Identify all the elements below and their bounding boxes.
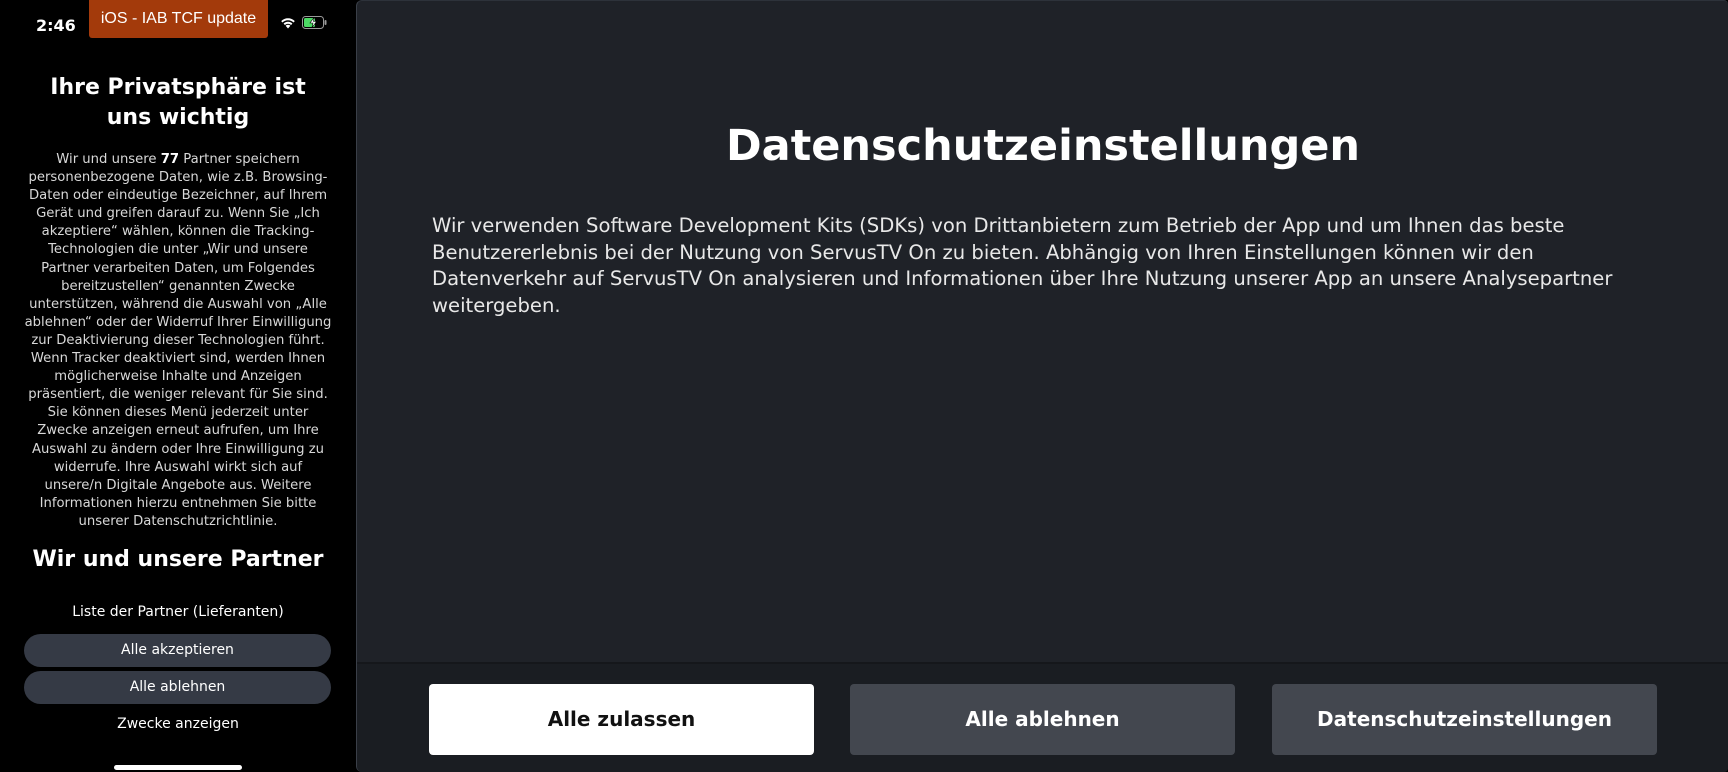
partner-list-link[interactable]: Liste der Partner (Lieferanten) (0, 604, 356, 620)
privacy-settings-button[interactable]: Datenschutzeinstellungen (1272, 684, 1657, 755)
partners-heading: Wir und unsere Partner (32, 547, 324, 572)
allow-all-button[interactable]: Alle zulassen (429, 684, 814, 755)
partner-count: 77 (160, 152, 180, 167)
privacy-title: Ihre Privatsphäre ist uns wichtig (50, 75, 306, 130)
accept-all-button[interactable]: Alle akzeptieren (24, 634, 331, 667)
body-text: Partner speichern personenbezogene Daten… (24, 152, 332, 529)
tv-description: Wir verwenden Software Development Kits … (432, 214, 1613, 317)
reject-all-button[interactable]: Alle ablehnen (24, 671, 331, 704)
tv-reject-all-button[interactable]: Alle ablehnen (850, 684, 1235, 755)
tv-button-bar: Alle zulassen Alle ablehnen Datenschutze… (357, 662, 1728, 772)
show-purposes-link[interactable]: Zwecke anzeigen (0, 716, 356, 732)
status-time: 2:46 (36, 16, 76, 35)
tv-privacy-panel: Datenschutzeinstellungen Wir verwenden S… (356, 0, 1728, 772)
tv-title: Datenschutzeinstellungen (725, 121, 1361, 171)
screen: 2:46 iOS - IAB TCF update Ihre Privatsph (0, 0, 1728, 772)
body-prefix: Wir und unsere (56, 152, 161, 167)
phone-screen: 2:46 iOS - IAB TCF update Ihre Privatsph (0, 0, 356, 772)
home-indicator (114, 765, 242, 770)
battery-charging-icon (302, 16, 327, 29)
status-icons (280, 16, 327, 29)
test-banner: iOS - IAB TCF update (89, 0, 268, 38)
wifi-icon (280, 16, 296, 29)
privacy-description: Wir und unsere 77 Partner speichern pers… (24, 151, 332, 531)
